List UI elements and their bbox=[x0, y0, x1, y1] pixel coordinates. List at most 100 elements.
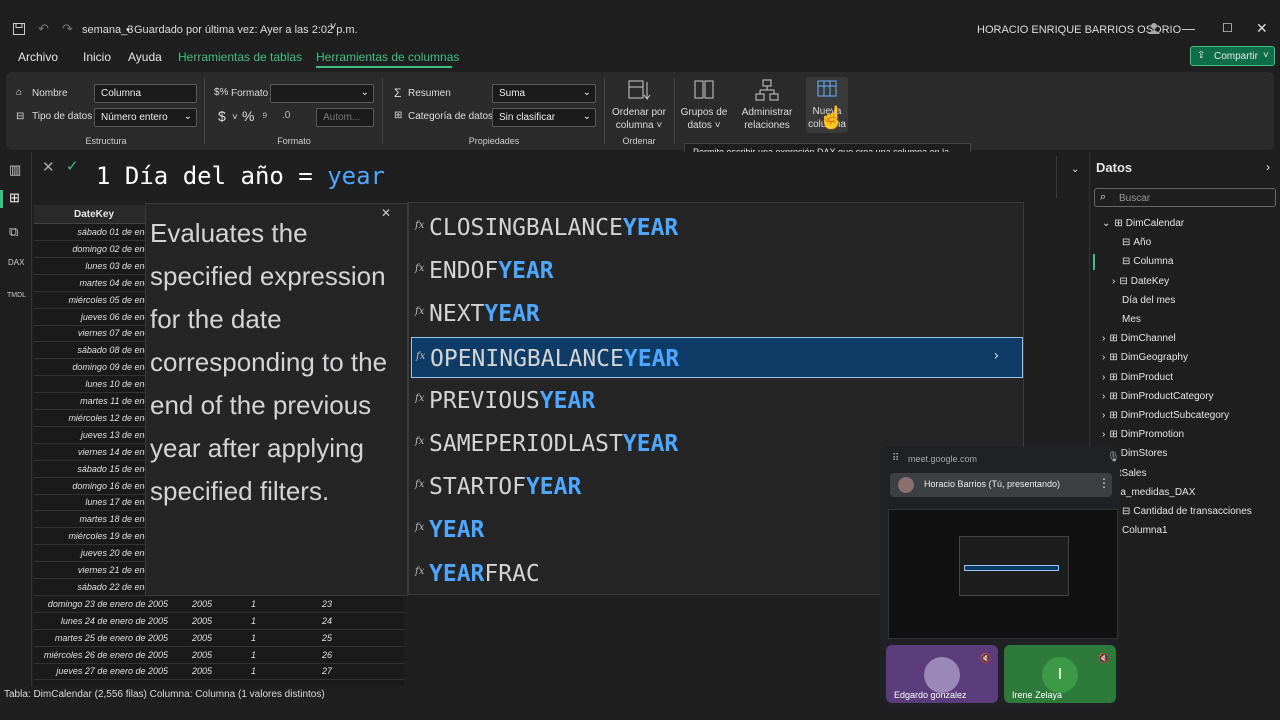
share-icon: ⇪ bbox=[1197, 50, 1206, 61]
save-icon[interactable] bbox=[12, 22, 26, 39]
participant-tile-edgardo[interactable]: 🔇 Edgardo gonzalez bbox=[886, 645, 998, 703]
sort-icon bbox=[628, 80, 651, 100]
tree-item[interactable]: Tabla_medidas_DAX bbox=[1102, 487, 1276, 498]
expand-icon[interactable]: › bbox=[1102, 429, 1105, 440]
tree-item[interactable]: Mes bbox=[1122, 314, 1276, 325]
decimal-button[interactable]: .0 bbox=[282, 110, 290, 121]
avatar-icon[interactable] bbox=[1147, 21, 1161, 38]
estructura-group-label: Estructura bbox=[85, 136, 127, 146]
column-header-datekey[interactable]: DateKey bbox=[74, 209, 114, 220]
suggestion-name: NEXTYEAR bbox=[429, 301, 540, 328]
tree-item-label: Día del mes bbox=[1122, 294, 1176, 306]
percent-button[interactable]: % bbox=[242, 108, 254, 124]
function-icon: fx bbox=[415, 565, 425, 577]
cancel-icon[interactable]: ✕ bbox=[42, 158, 55, 176]
tree-item[interactable]: ⌄ ⊞ DimCalendar bbox=[1102, 218, 1276, 229]
menu-archivo[interactable]: Archivo bbox=[18, 50, 58, 64]
tree-item[interactable]: ›⊞DimStores bbox=[1102, 448, 1276, 459]
tree-item[interactable]: › ⊞ DimProduct bbox=[1102, 372, 1276, 383]
expand-icon[interactable]: › bbox=[1102, 352, 1105, 363]
function-description: Evaluates the specified expression for t… bbox=[150, 218, 388, 506]
tree-item[interactable]: › ⊞ DimProductCategory bbox=[1102, 391, 1276, 402]
view-switcher: ▥ ⊞ ⧉ DAX TMDL bbox=[0, 152, 32, 686]
function-icon: fx bbox=[415, 522, 425, 534]
chevron-down-icon: ⌄ bbox=[183, 111, 192, 122]
menu-inicio[interactable]: Inicio bbox=[83, 50, 111, 64]
share-button[interactable]: ⇪ Compartir ˅ bbox=[1190, 46, 1275, 66]
grupos-line2: datos bbox=[687, 120, 712, 131]
drag-handle-icon[interactable]: ⠿ bbox=[892, 453, 899, 464]
currency-button[interactable]: $ bbox=[218, 108, 226, 124]
maximize-icon[interactable]: ☐ bbox=[1222, 21, 1233, 35]
suggestion-item[interactable]: fx OPENINGBALANCEYEAR › bbox=[411, 336, 1023, 378]
more-options-icon[interactable]: ⋮ bbox=[1098, 476, 1110, 490]
commit-icon[interactable]: ✓ bbox=[66, 157, 79, 175]
tree-item[interactable]: › ⊟ DateKey bbox=[1112, 276, 1276, 287]
tree-item[interactable]: ⊟ Columna bbox=[1122, 256, 1276, 267]
tree-item[interactable]: ⊟ Año bbox=[1122, 237, 1276, 248]
model-view-icon[interactable]: ⧉ bbox=[9, 224, 18, 240]
close-icon[interactable]: ✕ bbox=[1256, 20, 1268, 37]
collapse-pane-icon[interactable]: › bbox=[1266, 160, 1270, 174]
expand-icon[interactable]: › bbox=[1102, 372, 1105, 383]
table-view-icon[interactable]: ⊞ bbox=[9, 190, 20, 206]
grupos-button[interactable]: Grupos de datos ˅ bbox=[678, 78, 730, 132]
chevron-down-icon[interactable]: ˅ bbox=[330, 21, 336, 33]
active-item-indicator bbox=[1093, 254, 1095, 271]
administrar-relaciones-button[interactable]: Administrar relaciones bbox=[738, 78, 796, 132]
tipo-datos-select[interactable]: Número entero ⌄ bbox=[94, 108, 197, 127]
mic-icon[interactable]: 🎙 bbox=[1107, 452, 1120, 463]
tree-item[interactable]: Día del mes bbox=[1122, 295, 1276, 306]
tree-item[interactable]: ⊟ Cantidad de transacciones bbox=[1122, 506, 1276, 517]
expand-formula-button[interactable]: ⌄ bbox=[1056, 156, 1084, 198]
tree-item[interactable]: › ⊞ DimChannel bbox=[1102, 333, 1276, 344]
chevron-down-icon: ⌄ bbox=[360, 87, 369, 98]
formula-input[interactable]: 1 Día del año = year bbox=[96, 162, 1046, 198]
chevron-down-icon[interactable]: ˅ bbox=[232, 112, 238, 123]
expand-icon[interactable]: › bbox=[1112, 276, 1115, 287]
ordenar-button[interactable]: Ordenar por columna ˅ bbox=[610, 78, 668, 132]
dax-query-icon[interactable]: DAX bbox=[8, 258, 24, 267]
nombre-input[interactable]: Columna bbox=[94, 84, 197, 103]
decimals-input[interactable]: Autom... bbox=[316, 108, 374, 127]
resumen-select[interactable]: Suma ⌄ bbox=[492, 84, 596, 103]
tree-item-label: DimPromotion bbox=[1120, 429, 1185, 441]
tree-item[interactable]: Columna1 bbox=[1122, 525, 1276, 536]
tmdl-view-icon[interactable]: TMDL bbox=[7, 292, 26, 299]
active-tab-indicator bbox=[316, 66, 452, 68]
participant-tile-irene[interactable]: I 🔇 Irene Zelaya bbox=[1004, 645, 1116, 703]
expand-icon[interactable]: › bbox=[1102, 391, 1105, 402]
report-view-icon[interactable]: ▥ bbox=[9, 162, 21, 178]
expand-icon[interactable]: › bbox=[1102, 333, 1105, 344]
minimize-icon[interactable]: — bbox=[1182, 21, 1195, 36]
suggestion-item[interactable]: fx PREVIOUSYEAR bbox=[411, 380, 1023, 421]
suggestion-item[interactable]: fx NEXTYEAR bbox=[411, 293, 1023, 334]
tree-item[interactable]: › ⊞ DimGeography bbox=[1102, 352, 1276, 363]
chevron-right-icon[interactable]: › bbox=[992, 348, 1000, 364]
comma-button[interactable]: ⁹ bbox=[262, 109, 268, 124]
menu-herramientas-tablas[interactable]: Herramientas de tablas bbox=[178, 50, 302, 64]
search-input[interactable]: ⌕ Buscar bbox=[1094, 188, 1276, 207]
close-tooltip-icon[interactable]: ✕ bbox=[381, 206, 391, 220]
year-cell: 2005 bbox=[191, 666, 212, 677]
formula-typed: year bbox=[327, 162, 385, 190]
menu-ayuda[interactable]: Ayuda bbox=[128, 50, 162, 64]
redo-icon[interactable]: ↷ bbox=[62, 21, 73, 37]
categoria-select[interactable]: Sin clasificar ⌄ bbox=[492, 108, 596, 127]
suggestion-item[interactable]: fx CLOSINGBALANCEYEAR bbox=[411, 207, 1023, 248]
menu-herramientas-columnas[interactable]: Herramientas de columnas bbox=[316, 50, 459, 64]
tree-item-label: DimProduct bbox=[1120, 371, 1173, 383]
tree-item[interactable]: › ⊞ DimProductSubcategory bbox=[1102, 410, 1276, 421]
suggestion-item[interactable]: fx ENDOFYEAR bbox=[411, 250, 1023, 291]
avatar bbox=[924, 657, 960, 693]
table-row: domingo 23 de enero de 2005 2005 1 23 bbox=[34, 596, 404, 613]
table-icon: ⊟ bbox=[1122, 237, 1131, 249]
tree-item-label: DimGeography bbox=[1120, 352, 1188, 364]
expand-icon[interactable]: ⌄ bbox=[1102, 218, 1110, 229]
undo-icon[interactable]: ↶ bbox=[38, 21, 49, 37]
expand-icon[interactable]: › bbox=[1102, 410, 1105, 421]
tree-item[interactable]: › ⊞ DimPromotion bbox=[1102, 429, 1276, 440]
formato-select[interactable]: ⌄ bbox=[270, 84, 374, 103]
tree-item[interactable]: FactSales bbox=[1102, 468, 1276, 479]
tree-item-label: DimStores bbox=[1120, 448, 1168, 460]
